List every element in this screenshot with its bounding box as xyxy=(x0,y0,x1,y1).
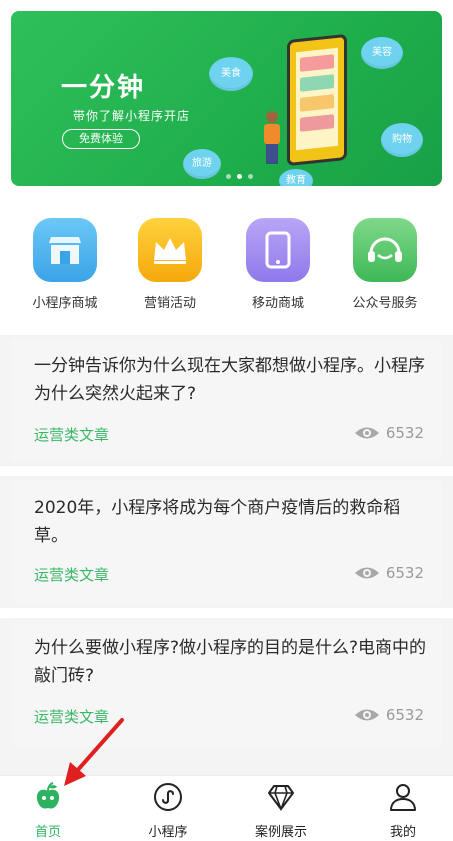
category-label: 移动商城 xyxy=(251,296,304,311)
pagination-dot xyxy=(226,174,231,179)
article-card[interactable]: 一分钟告诉你为什么现在大家都想做小程序。小程序为什么突然火起来了? 运营类文章 … xyxy=(12,338,442,462)
free-trial-button[interactable]: 免费体验 xyxy=(62,129,140,149)
promo-banner[interactable]: 一分钟 带你了解小程序开店 免费体验 美食 美容 购物 旅游 教育 xyxy=(11,11,442,186)
article-tag[interactable]: 运营类文章 xyxy=(34,564,109,585)
section-divider xyxy=(0,466,453,476)
article-views: 6532 xyxy=(354,564,424,582)
eye-icon xyxy=(354,567,379,579)
bottom-tab-bar: 首页 小程序 案例展示 我的 xyxy=(0,775,453,841)
cloud-travel: 旅游 xyxy=(183,149,221,179)
phone-illustration xyxy=(287,33,347,167)
pagination-dot-active xyxy=(237,174,242,179)
headset-icon xyxy=(353,218,417,282)
tab-home[interactable]: 首页 xyxy=(3,782,93,840)
cloud-beauty: 美容 xyxy=(361,37,403,69)
cloud-shopping: 购物 xyxy=(381,123,423,157)
category-marketing[interactable]: 营销活动 xyxy=(120,218,220,311)
pagination-dot xyxy=(248,174,253,179)
tab-mini-program[interactable]: 小程序 xyxy=(123,782,213,840)
article-title: 为什么要做小程序?做小程序的目的是什么?电商中的敲门砖? xyxy=(34,638,427,686)
mini-program-icon xyxy=(154,783,182,811)
user-icon xyxy=(390,784,416,811)
category-mobile-mall[interactable]: 移动商城 xyxy=(228,218,328,311)
banner-title: 一分钟 xyxy=(61,73,146,103)
article-card[interactable]: 2020年，小程序将成为每个商户疫情后的救命稻草。 运营类文章 6532 xyxy=(12,480,442,604)
article-tag[interactable]: 运营类文章 xyxy=(34,706,109,727)
article-views: 6532 xyxy=(354,706,424,724)
diamond-icon xyxy=(268,785,294,812)
article-views: 6532 xyxy=(354,424,424,442)
category-mini-program-mall[interactable]: 小程序商城 xyxy=(15,218,115,311)
mobile-phone-icon xyxy=(246,218,310,282)
tab-label: 首页 xyxy=(34,825,61,840)
section-divider xyxy=(0,325,453,335)
view-count: 6532 xyxy=(385,564,424,582)
view-count: 6532 xyxy=(385,706,424,724)
eye-icon xyxy=(354,427,379,439)
tab-label: 小程序 xyxy=(148,825,188,840)
tab-case-showcase[interactable]: 案例展示 xyxy=(236,782,326,840)
view-count: 6532 xyxy=(385,424,424,442)
article-tag[interactable]: 运营类文章 xyxy=(34,424,109,445)
banner-section: 一分钟 带你了解小程序开店 免费体验 美食 美容 购物 旅游 教育 xyxy=(0,0,453,200)
section-divider xyxy=(0,608,453,618)
article-card[interactable]: 为什么要做小程序?做小程序的目的是什么?电商中的敲门砖? 运营类文章 6532 xyxy=(12,620,442,748)
tab-label: 案例展示 xyxy=(254,825,307,840)
person-illustration xyxy=(264,111,280,165)
category-label: 公众号服务 xyxy=(352,296,418,311)
shop-icon xyxy=(33,218,97,282)
tab-label: 我的 xyxy=(389,825,416,840)
cloud-education: 教育 xyxy=(279,169,313,186)
home-apple-icon xyxy=(36,782,60,809)
category-label: 营销活动 xyxy=(143,296,196,311)
crown-icon xyxy=(138,218,202,282)
banner-subtitle: 带你了解小程序开店 xyxy=(73,109,191,123)
category-label: 小程序商城 xyxy=(32,296,98,311)
cloud-food: 美食 xyxy=(209,57,253,91)
category-official-account[interactable]: 公众号服务 xyxy=(335,218,435,311)
category-grid: 小程序商城 营销活动 移动商城 公众号服务 xyxy=(0,200,453,325)
tab-profile[interactable]: 我的 xyxy=(358,782,448,840)
eye-icon xyxy=(354,709,379,721)
article-title: 一分钟告诉你为什么现在大家都想做小程序。小程序为什么突然火起来了? xyxy=(34,356,425,404)
banner-pagination xyxy=(226,174,253,179)
article-title: 2020年，小程序将成为每个商户疫情后的救命稻草。 xyxy=(34,498,401,546)
